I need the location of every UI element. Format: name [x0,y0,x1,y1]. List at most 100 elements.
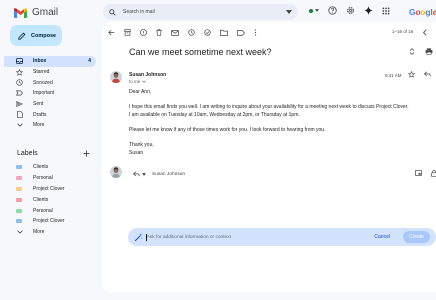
compose-label: Compose [31,32,57,39]
label-name: Project Clover [33,218,65,225]
labels-header: Labels [17,150,90,157]
label-tag-icon [16,186,22,191]
email-greeting: Dear Ann, [129,89,152,95]
snooze-icon[interactable] [188,29,195,36]
nav-label: Snoozed [33,79,53,86]
important-icon [16,90,23,96]
label-item-project-clover[interactable]: Project Clover [4,216,96,227]
nav-item-starred[interactable]: Starred [4,67,96,78]
email-paragraph: I am available on Tuesday at 10am, Wedne… [129,111,300,118]
search-input[interactable]: Search in mail [123,9,279,15]
nav-label: Drafts [33,111,47,118]
draft-icon [16,111,23,119]
google-account-button[interactable]: Google [409,7,436,17]
back-arrow-icon[interactable] [108,29,115,36]
print-icon[interactable] [425,48,433,55]
labels-more[interactable]: More [4,227,96,238]
add-task-icon[interactable] [204,29,211,36]
email-signature: Susan [129,149,144,156]
nav-label: Important [33,90,55,97]
chevron-down-icon [16,230,23,234]
chevron-down-icon [16,123,23,128]
reply-icon [133,171,140,177]
email-paragraph: I hope this email finds you well. I am w… [129,104,409,111]
app-name: Gmail [32,7,59,18]
gmail-logo[interactable]: Gmail [14,7,58,18]
reply-type-dropdown[interactable] [133,171,146,177]
nav-item-more[interactable]: More [4,120,96,131]
archive-icon[interactable] [124,29,131,36]
labels-list: Clients Personal Project Clover Clients … [4,162,96,238]
expand-all-icon[interactable] [409,48,415,55]
label-tag-icon [16,176,22,181]
email-signoff: Thank you, [129,142,154,149]
chevron-down-icon [142,172,146,176]
sender-avatar [110,166,122,178]
help-me-write-bar: Ask for additional information or contex… [128,228,436,246]
settings-icon[interactable] [346,6,355,15]
nav-label: Starred [33,69,50,76]
chevron-left-icon[interactable] [422,29,428,36]
message-toolbar [108,29,257,36]
pagination-text: 1–16 of 16 [392,29,414,34]
nav-item-drafts[interactable]: Drafts [4,109,96,120]
apps-grid-icon[interactable] [382,6,390,15]
sender-name[interactable]: Susan Johnson [129,72,166,78]
lock-icon[interactable] [431,170,436,177]
move-to-icon[interactable] [220,29,228,36]
add-label-icon[interactable] [83,150,90,157]
gmail-m-icon [14,7,27,18]
compose-button[interactable]: Compose [10,25,62,46]
label-item-personal[interactable]: Personal [4,205,96,216]
magic-pen-icon [134,233,143,241]
delete-icon[interactable] [156,29,162,36]
label-item-clients[interactable]: Clients [4,194,96,205]
cancel-button[interactable]: Cancel [374,234,390,240]
clock-icon [16,79,23,86]
nav-item-important[interactable]: Important [4,88,96,99]
reply-header: Susan Johnson [133,171,185,177]
label-name: Clients [33,164,49,171]
label-tag-icon [16,219,22,224]
status-dot-icon[interactable] [309,8,319,13]
pop-out-icon[interactable] [415,170,422,176]
label-item-clients[interactable]: Clients [4,162,96,173]
inbox-count: 4 [88,58,91,65]
label-tag-icon [16,165,22,170]
label-icon[interactable] [237,29,245,36]
label-tag-icon [16,197,22,202]
nav-list: Inbox 4 Starred Snoozed Important Sent D… [4,56,96,131]
help-icon[interactable] [328,6,337,15]
star-icon[interactable] [408,71,415,78]
nav-item-inbox[interactable]: Inbox 4 [4,56,96,67]
create-button[interactable]: Create [402,231,430,243]
nav-label: Inbox [33,58,47,65]
search-bar[interactable]: Search in mail [103,4,298,20]
nav-item-sent[interactable]: Sent [4,99,96,110]
recipient-details[interactable]: to me [129,79,147,84]
labels-heading: Labels [17,150,38,157]
label-item-personal[interactable]: Personal [4,173,96,184]
sender-avatar[interactable] [110,71,122,83]
more-vert-icon[interactable] [254,29,257,36]
email-time: 9:41 AM [385,73,402,78]
gemini-sparkle-icon[interactable] [364,6,373,15]
search-options-icon[interactable] [286,10,292,14]
reply-recipient[interactable]: Susan Johnson [152,172,185,177]
nav-item-snoozed[interactable]: Snoozed [4,77,96,88]
label-name: More [33,229,45,236]
mark-unread-icon[interactable] [171,29,179,36]
email-body: Dear Ann, I hope this email finds you we… [129,89,436,157]
pencil-icon [18,32,26,40]
send-icon [16,101,23,108]
reply-icon[interactable] [424,71,431,77]
chevron-down-icon [142,80,147,83]
label-item-project-clover[interactable]: Project Clover [4,184,96,195]
inbox-icon [16,58,23,65]
search-icon[interactable] [109,8,116,16]
recipient-text: to me [129,79,141,84]
help-me-write-input[interactable]: Ask for additional information or contex… [147,235,375,240]
label-name: Personal [33,175,53,182]
label-name: Personal [33,207,53,214]
report-spam-icon[interactable] [140,29,147,36]
